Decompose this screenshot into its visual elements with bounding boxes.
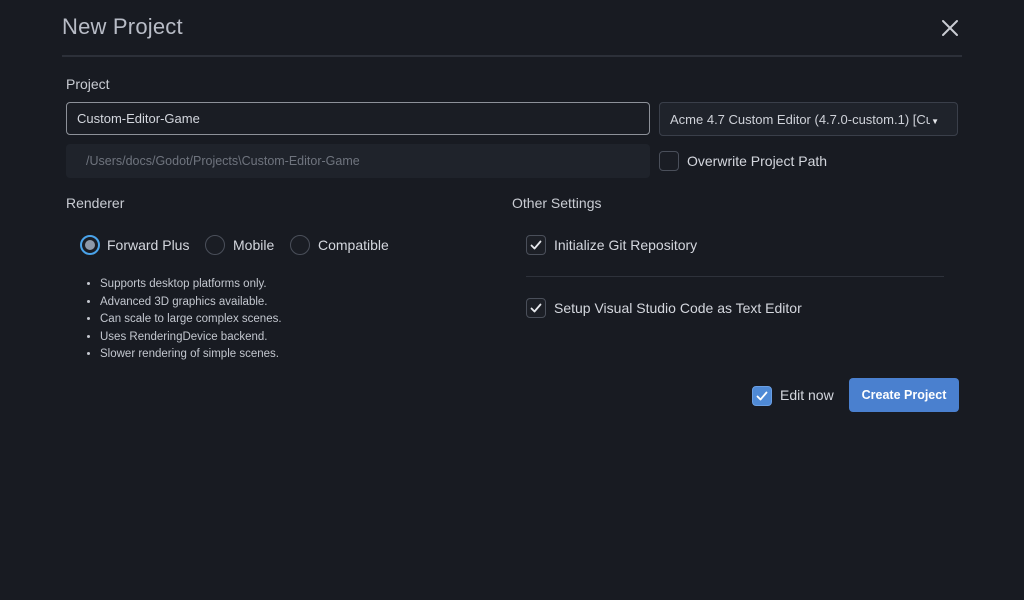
dialog-title: New Project	[62, 14, 183, 39]
overwrite-path-checkbox[interactable]	[659, 151, 679, 171]
renderer-note: Uses RenderingDevice backend.	[100, 329, 282, 347]
renderer-note: Slower rendering of simple scenes.	[100, 346, 282, 364]
git-checkbox[interactable]	[526, 235, 546, 255]
check-icon	[530, 240, 542, 250]
vscode-checkbox[interactable]	[526, 298, 546, 318]
radio-mobile-label[interactable]: Mobile	[233, 237, 274, 253]
renderer-note: Advanced 3D graphics available.	[100, 294, 282, 312]
create-project-button[interactable]: Create Project	[849, 378, 959, 412]
radio-forward-plus-label[interactable]: Forward Plus	[107, 237, 189, 253]
radio-mobile[interactable]	[205, 235, 225, 255]
renderer-note: Supports desktop platforms only.	[100, 276, 282, 294]
radio-compatible-label[interactable]: Compatible	[318, 237, 389, 253]
project-path-input[interactable]	[66, 144, 650, 178]
edit-now-checkbox[interactable]	[752, 386, 772, 406]
other-settings-label: Other Settings	[512, 195, 602, 211]
chevron-down-icon: ▼	[931, 117, 939, 126]
renderer-note: Can scale to large complex scenes.	[100, 311, 282, 329]
radio-compatible[interactable]	[290, 235, 310, 255]
settings-divider	[526, 276, 944, 277]
vscode-label[interactable]: Setup Visual Studio Code as Text Editor	[554, 300, 802, 316]
check-icon	[756, 391, 768, 401]
renderer-section-label: Renderer	[66, 195, 125, 211]
renderer-notes: Supports desktop platforms only. Advance…	[84, 276, 282, 364]
project-name-input[interactable]	[66, 102, 650, 135]
check-icon	[530, 303, 542, 313]
project-section-label: Project	[66, 76, 110, 92]
edit-now-label[interactable]: Edit now	[780, 387, 834, 403]
version-select-value: Acme 4.7 Custom Editor (4.7.0-custom.1) …	[670, 111, 930, 127]
title-divider	[62, 55, 962, 57]
radio-forward-plus[interactable]	[80, 235, 100, 255]
close-icon[interactable]	[938, 16, 962, 40]
overwrite-path-label[interactable]: Overwrite Project Path	[687, 153, 827, 169]
git-label[interactable]: Initialize Git Repository	[554, 237, 697, 253]
version-select[interactable]: Acme 4.7 Custom Editor (4.7.0-custom.1) …	[659, 102, 958, 136]
